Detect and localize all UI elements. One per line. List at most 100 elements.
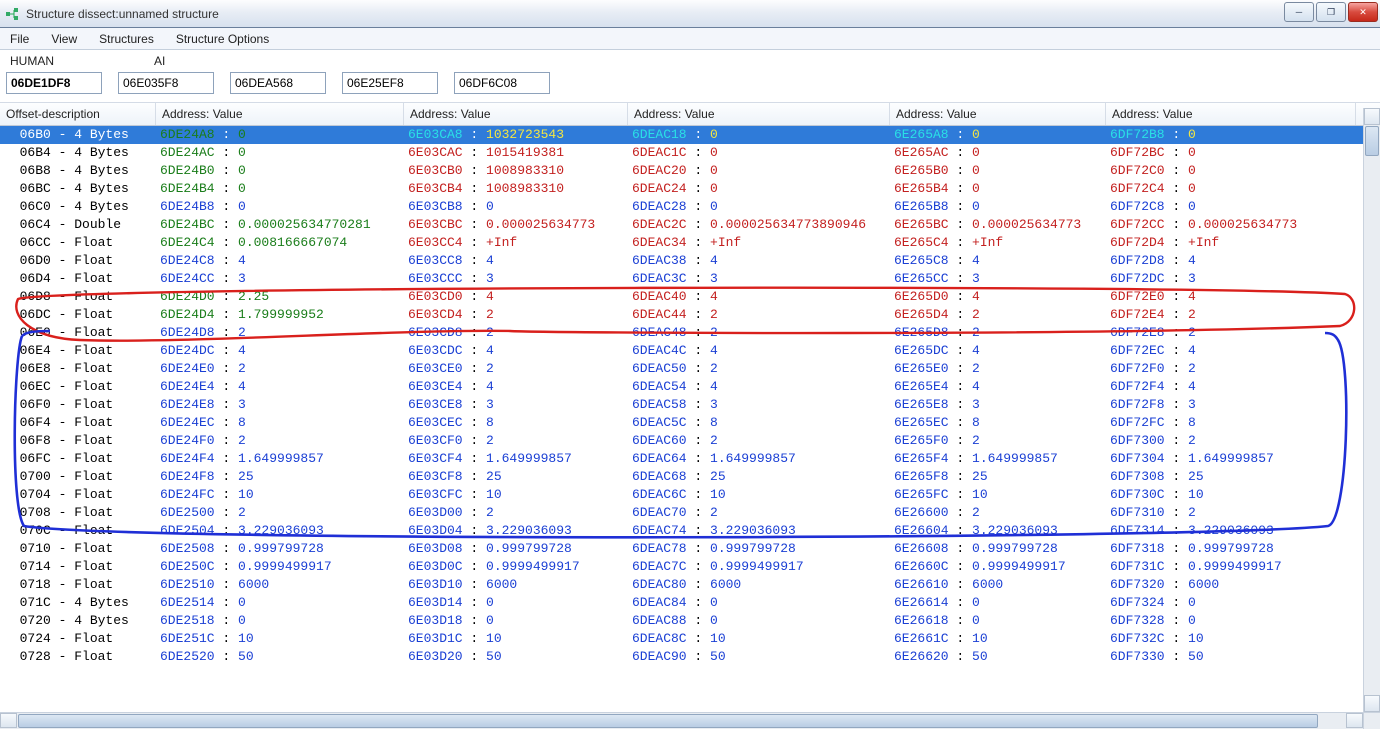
table-row[interactable]: 0700 - Float 6DE24F8 : 256E03CF8 : 256DE… — [0, 468, 1380, 486]
column-header: Offset-descriptionAddress: ValueAddress:… — [0, 103, 1380, 126]
table-row[interactable]: 06B0 - 4 Bytes6DE24A8 : 06E03CA8 : 10327… — [0, 126, 1380, 144]
scroll-thumb-v[interactable] — [1365, 126, 1379, 156]
address-value-cell: 6DEAC6C : 10 — [632, 486, 894, 504]
address-value-cell: 6E265D0 : 4 — [894, 288, 1110, 306]
address-value-cell: 6DEAC48 : 2 — [632, 324, 894, 342]
address-value-cell: 6E26610 : 6000 — [894, 576, 1110, 594]
table-row[interactable]: 06FC - Float 6DE24F4 : 1.6499998576E03CF… — [0, 450, 1380, 468]
scroll-right-icon[interactable] — [1346, 713, 1363, 728]
table-row[interactable]: 06C0 - 4 Bytes6DE24B8 : 06E03CB8 : 06DEA… — [0, 198, 1380, 216]
address-value-cell: 6DF7314 : 3.229036093 — [1110, 522, 1360, 540]
table-row[interactable]: 06E8 - Float 6DE24E0 : 26E03CE0 : 26DEAC… — [0, 360, 1380, 378]
address-value-cell: 6DE251C : 10 — [160, 630, 408, 648]
address-value-cell: 6E265E4 : 4 — [894, 378, 1110, 396]
table-row[interactable]: 0710 - Float 6DE2508 : 0.9997997286E03D0… — [0, 540, 1380, 558]
table-row[interactable]: 06D4 - Float 6DE24CC : 36E03CCC : 36DEAC… — [0, 270, 1380, 288]
table-row[interactable]: 0718 - Float 6DE2510 : 60006E03D10 : 600… — [0, 576, 1380, 594]
table-row[interactable]: 070C - Float 6DE2504 : 3.2290360936E03D0… — [0, 522, 1380, 540]
table-row[interactable]: 06F4 - Float 6DE24EC : 86E03CEC : 86DEAC… — [0, 414, 1380, 432]
table-row[interactable]: 06F0 - Float 6DE24E8 : 36E03CE8 : 36DEAC… — [0, 396, 1380, 414]
table-row[interactable]: 0720 - 4 Bytes6DE2518 : 06E03D18 : 06DEA… — [0, 612, 1380, 630]
minimize-button[interactable]: ─ — [1284, 2, 1314, 22]
table-row[interactable]: 06E0 - Float 6DE24D8 : 26E03CD8 : 26DEAC… — [0, 324, 1380, 342]
table-row[interactable]: 0704 - Float 6DE24FC : 106E03CFC : 106DE… — [0, 486, 1380, 504]
table-row[interactable]: 0708 - Float 6DE2500 : 26E03D00 : 26DEAC… — [0, 504, 1380, 522]
table-row[interactable]: 06CC - Float 6DE24C4 : 0.0081666670746E0… — [0, 234, 1380, 252]
address-value-cell: 6DF7310 : 2 — [1110, 504, 1360, 522]
table-row[interactable]: 06B8 - 4 Bytes6DE24B0 : 06E03CB0 : 10089… — [0, 162, 1380, 180]
address-value-cell: 6DF72EC : 4 — [1110, 342, 1360, 360]
menu-structures[interactable]: Structures — [95, 30, 158, 48]
address-value-cell: 6E03CAC : 1015419381 — [408, 144, 632, 162]
table-row[interactable]: 06D0 - Float 6DE24C8 : 46E03CC8 : 46DEAC… — [0, 252, 1380, 270]
table-row[interactable]: 071C - 4 Bytes6DE2514 : 06E03D14 : 06DEA… — [0, 594, 1380, 612]
column-header-cell[interactable]: Offset-description — [0, 103, 156, 125]
address-input-1[interactable] — [118, 72, 214, 94]
address-value-cell: 6DF7300 : 2 — [1110, 432, 1360, 450]
table-row[interactable]: 06C4 - Double 6DE24BC : 0.00002563477028… — [0, 216, 1380, 234]
address-value-cell: 6DE24D8 : 2 — [160, 324, 408, 342]
address-value-cell: 6DE24DC : 4 — [160, 342, 408, 360]
scroll-left-icon[interactable] — [0, 713, 17, 728]
table-row[interactable]: 0728 - Float 6DE2520 : 506E03D20 : 506DE… — [0, 648, 1380, 666]
menu-file[interactable]: File — [6, 30, 33, 48]
address-value-cell: 6DE24FC : 10 — [160, 486, 408, 504]
table-row[interactable]: 0724 - Float 6DE251C : 106E03D1C : 106DE… — [0, 630, 1380, 648]
address-value-cell: 6DE24F4 : 1.649999857 — [160, 450, 408, 468]
maximize-button[interactable]: ❐ — [1316, 2, 1346, 22]
table-row[interactable]: 06B4 - 4 Bytes6DE24AC : 06E03CAC : 10154… — [0, 144, 1380, 162]
address-value-cell: 6E03CB8 : 0 — [408, 198, 632, 216]
column-header-cell[interactable]: Address: Value — [156, 103, 404, 125]
table-row[interactable]: 06F8 - Float 6DE24F0 : 26E03CF0 : 26DEAC… — [0, 432, 1380, 450]
address-value-cell: 6DF72C8 : 0 — [1110, 198, 1360, 216]
address-value-cell: 6DE24E4 : 4 — [160, 378, 408, 396]
offset-cell: 06F4 - Float — [4, 414, 160, 432]
scroll-down-icon[interactable] — [1364, 695, 1380, 712]
address-value-cell: 6E265F4 : 1.649999857 — [894, 450, 1110, 468]
column-header-cell[interactable]: Address: Value — [628, 103, 890, 125]
address-value-cell: 6DE24C4 : 0.008166667074 — [160, 234, 408, 252]
address-value-cell: 6DF72E8 : 2 — [1110, 324, 1360, 342]
address-value-cell: 6E265D4 : 2 — [894, 306, 1110, 324]
structure-grid[interactable]: 06B0 - 4 Bytes6DE24A8 : 06E03CA8 : 10327… — [0, 126, 1380, 718]
close-button[interactable]: ✕ — [1348, 2, 1378, 22]
table-row[interactable]: 06DC - Float 6DE24D4 : 1.7999999526E03CD… — [0, 306, 1380, 324]
address-value-cell: 6DEAC5C : 8 — [632, 414, 894, 432]
address-value-cell: 6E265C4 : +Inf — [894, 234, 1110, 252]
address-value-cell: 6E03CA8 : 1032723543 — [408, 126, 632, 144]
table-row[interactable]: 0714 - Float 6DE250C : 0.99994999176E03D… — [0, 558, 1380, 576]
menu-view[interactable]: View — [47, 30, 81, 48]
address-inputs — [0, 68, 1380, 103]
column-header-cell[interactable]: Address: Value — [404, 103, 628, 125]
address-value-cell: 6E26604 : 3.229036093 — [894, 522, 1110, 540]
address-value-cell: 6E265A8 : 0 — [894, 126, 1110, 144]
scroll-thumb-h[interactable] — [18, 714, 1318, 728]
table-row[interactable]: 06D8 - Float 6DE24D0 : 2.256E03CD0 : 46D… — [0, 288, 1380, 306]
scroll-up-icon[interactable] — [1364, 108, 1380, 125]
address-value-cell: 6DEAC3C : 3 — [632, 270, 894, 288]
column-header-cell[interactable]: Address: Value — [890, 103, 1106, 125]
horizontal-scrollbar[interactable] — [0, 712, 1363, 729]
table-row[interactable]: 06EC - Float 6DE24E4 : 46E03CE4 : 46DEAC… — [0, 378, 1380, 396]
address-value-cell: 6DF72C0 : 0 — [1110, 162, 1360, 180]
address-input-4[interactable] — [454, 72, 550, 94]
table-row[interactable]: 06E4 - Float 6DE24DC : 46E03CDC : 46DEAC… — [0, 342, 1380, 360]
column-header-cell[interactable]: Address: Value — [1106, 103, 1356, 125]
address-value-cell: 6DEAC1C : 0 — [632, 144, 894, 162]
address-value-cell: 6DF730C : 10 — [1110, 486, 1360, 504]
address-input-0[interactable] — [6, 72, 102, 94]
table-row[interactable]: 06BC - 4 Bytes6DE24B4 : 06E03CB4 : 10089… — [0, 180, 1380, 198]
address-input-3[interactable] — [342, 72, 438, 94]
address-value-cell: 6E03CD0 : 4 — [408, 288, 632, 306]
offset-cell: 06D8 - Float — [4, 288, 160, 306]
vertical-scrollbar[interactable] — [1363, 108, 1380, 712]
offset-cell: 06FC - Float — [4, 450, 160, 468]
window-controls: ─ ❐ ✕ — [1282, 2, 1378, 22]
offset-cell: 0708 - Float — [4, 504, 160, 522]
address-value-cell: 6DE250C : 0.9999499917 — [160, 558, 408, 576]
address-value-cell: 6E03D08 : 0.999799728 — [408, 540, 632, 558]
menubar: File View Structures Structure Options — [0, 28, 1380, 50]
address-input-2[interactable] — [230, 72, 326, 94]
menu-structure-options[interactable]: Structure Options — [172, 30, 273, 48]
address-value-cell: 6DF7324 : 0 — [1110, 594, 1360, 612]
